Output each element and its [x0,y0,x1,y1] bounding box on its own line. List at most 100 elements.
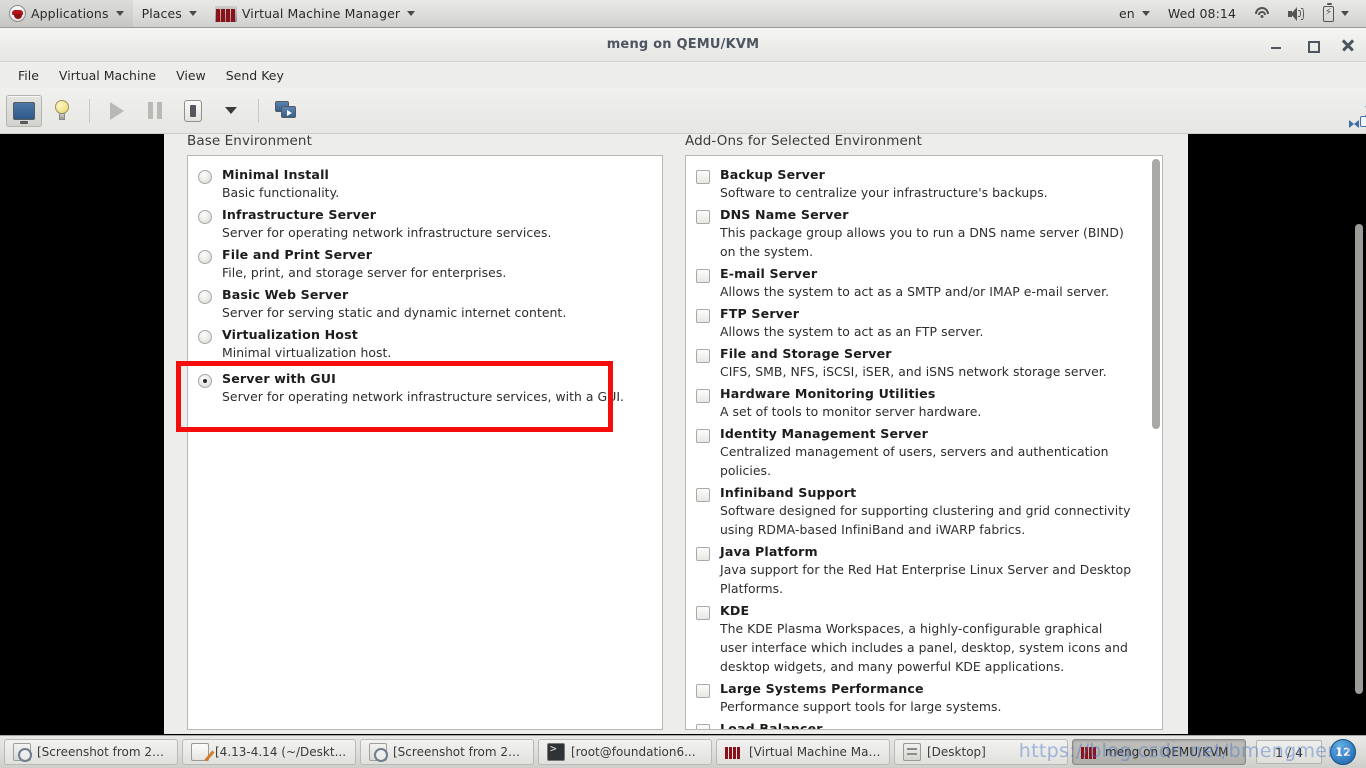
addon-option[interactable]: DNS Name Server This package group allow… [686,202,1148,261]
checkbox-email-server[interactable] [696,269,710,283]
taskbar-item-terminal[interactable]: [root@foundation6... [538,739,712,765]
taskbar-item-label: [Virtual Machine Man... [749,745,881,759]
notification-badge[interactable]: 12 [1330,739,1356,765]
checkbox-backup-server[interactable] [696,170,710,184]
keyboard-layout-indicator[interactable]: en [1110,0,1159,27]
taskbar-item-screenshot-2[interactable]: [Screenshot from 20... [360,739,534,765]
scrollbar-thumb[interactable] [1152,159,1160,429]
clock[interactable]: Wed 08:14 [1159,0,1245,27]
snapshots-button[interactable] [268,95,304,127]
guest-window-scrollbar[interactable] [1355,224,1363,694]
base-env-option[interactable]: File and Print Server File, print, and s… [188,242,662,282]
play-icon [110,101,124,120]
screenshot-icon [13,743,32,762]
show-details-button[interactable] [44,95,80,127]
toolbar [0,88,1366,134]
maximize-button[interactable] [1304,37,1320,53]
close-button[interactable] [1340,37,1356,53]
checkbox-java-platform[interactable] [696,547,710,561]
menu-applications-label: Applications [31,6,109,21]
option-desc: Server for operating network infrastruct… [222,225,552,240]
addon-option[interactable]: Java Platform Java support for the Red H… [686,539,1148,598]
addon-option[interactable]: File and Storage Server CIFS, SMB, NFS, … [686,341,1148,381]
option-desc: Server for operating network infrastruct… [222,389,625,404]
base-env-option-selected[interactable]: Server with GUI Server for operating net… [188,366,662,406]
addon-option[interactable]: Large Systems Performance Performance su… [686,676,1148,716]
taskbar-item-text-editor[interactable]: [4.13-4.14 (~/Deskt... [182,739,356,765]
taskbar-item-virtual-machine-manager[interactable]: [Virtual Machine Man... [716,739,890,765]
checkbox-hardware-monitoring-utilities[interactable] [696,389,710,403]
pause-button[interactable] [137,95,173,127]
option-desc: Basic functionality. [222,185,340,200]
menu-send-key[interactable]: Send Key [216,65,294,86]
addons-list[interactable]: Backup Server Software to centralize you… [685,155,1163,730]
checkbox-kde[interactable] [696,606,710,620]
scrollbar-thumb[interactable] [1355,224,1363,694]
menu-virtual-machine[interactable]: Virtual Machine [49,65,166,86]
minimize-button[interactable] [1268,37,1284,53]
addon-option[interactable]: Hardware Monitoring Utilities A set of t… [686,381,1148,421]
checkbox-dns-name-server[interactable] [696,210,710,224]
addon-option[interactable]: Identity Management Server Centralized m… [686,421,1148,480]
battery-indicator[interactable] [1314,0,1358,27]
guest-screen[interactable]: Base Environment Add-Ons for Selected En… [164,134,1188,734]
taskbar-item-desktop[interactable]: [Desktop] [894,739,1068,765]
checkbox-ftp-server[interactable] [696,309,710,323]
option-title: KDE [720,603,750,618]
menu-applications[interactable]: Applications [0,0,133,27]
base-env-option[interactable]: Virtualization Host Minimal virtualizati… [188,322,662,362]
radio-infrastructure-server[interactable] [198,210,212,224]
taskbar-item-screenshot-1[interactable]: [Screenshot from 20... [4,739,178,765]
window-title: meng on QEMU/KVM [606,37,760,52]
menu-places[interactable]: Places [133,0,206,27]
radio-file-and-print-server[interactable] [198,250,212,264]
radio-server-with-gui[interactable] [198,374,212,388]
checkbox-load-balancer[interactable] [696,724,710,729]
addon-option[interactable]: Backup Server Software to centralize you… [686,162,1148,202]
option-title: Minimal Install [222,167,330,182]
option-desc: File, print, and storage server for ente… [222,265,507,280]
taskbar-tray: 1 / 4 12 [1256,739,1362,765]
taskbar-item-meng-on-qemu-kvm[interactable]: meng on QEMU/KVM [1072,739,1246,765]
volume-indicator[interactable] [1279,0,1314,27]
checkbox-identity-management-server[interactable] [696,429,710,443]
option-desc: CIFS, SMB, NFS, iSCSI, iSER, and iSNS ne… [720,364,1107,379]
option-desc: Java support for the Red Hat Enterprise … [720,562,1132,596]
radio-virtualization-host[interactable] [198,330,212,344]
option-title: DNS Name Server [720,207,849,222]
option-title: Virtualization Host [222,327,358,342]
text-editor-icon [191,743,209,761]
base-environment-list[interactable]: Minimal Install Basic functionality. Inf… [187,155,663,730]
panel-menus: Applications Places Virtual Machine Mana… [0,0,424,27]
menu-virtual-machine-manager[interactable]: Virtual Machine Manager [206,0,424,27]
option-desc: Allows the system to act as a SMTP and/o… [720,284,1110,299]
menu-view[interactable]: View [166,65,216,86]
screenshot-icon [369,743,388,762]
guest-viewport[interactable]: Base Environment Add-Ons for Selected En… [0,134,1366,735]
workspace-switcher[interactable]: 1 / 4 [1256,740,1322,764]
addon-option[interactable]: KDE The KDE Plasma Workspaces, a highly-… [686,598,1148,676]
checkbox-file-and-storage-server[interactable] [696,349,710,363]
menu-file[interactable]: File [8,65,49,86]
base-env-option[interactable]: Infrastructure Server Server for operati… [188,202,662,242]
shutdown-button[interactable] [175,95,211,127]
addon-option[interactable]: Infiniband Support Software designed for… [686,480,1148,539]
system-status-menu[interactable] [1245,0,1279,27]
run-button[interactable] [99,95,135,127]
addon-option[interactable]: FTP Server Allows the system to act as a… [686,301,1148,341]
checkbox-infiniband-support[interactable] [696,488,710,502]
shutdown-options-button[interactable] [213,95,249,127]
taskbar-item-label: [4.13-4.14 (~/Deskt... [215,745,347,759]
addon-option[interactable]: Load Balancer [686,716,1148,729]
redhat-logo-icon [9,5,26,22]
addon-option[interactable]: E-mail Server Allows the system to act a… [686,261,1148,301]
checkbox-large-systems-performance[interactable] [696,684,710,698]
addons-scrollbar[interactable] [1152,159,1160,726]
power-icon [184,99,202,122]
radio-minimal-install[interactable] [198,170,212,184]
base-env-option[interactable]: Minimal Install Basic functionality. [188,162,662,202]
base-env-option[interactable]: Basic Web Server Server for serving stat… [188,282,662,322]
vmm-logo-icon [214,5,237,22]
radio-basic-web-server[interactable] [198,290,212,304]
show-console-button[interactable] [6,94,42,127]
